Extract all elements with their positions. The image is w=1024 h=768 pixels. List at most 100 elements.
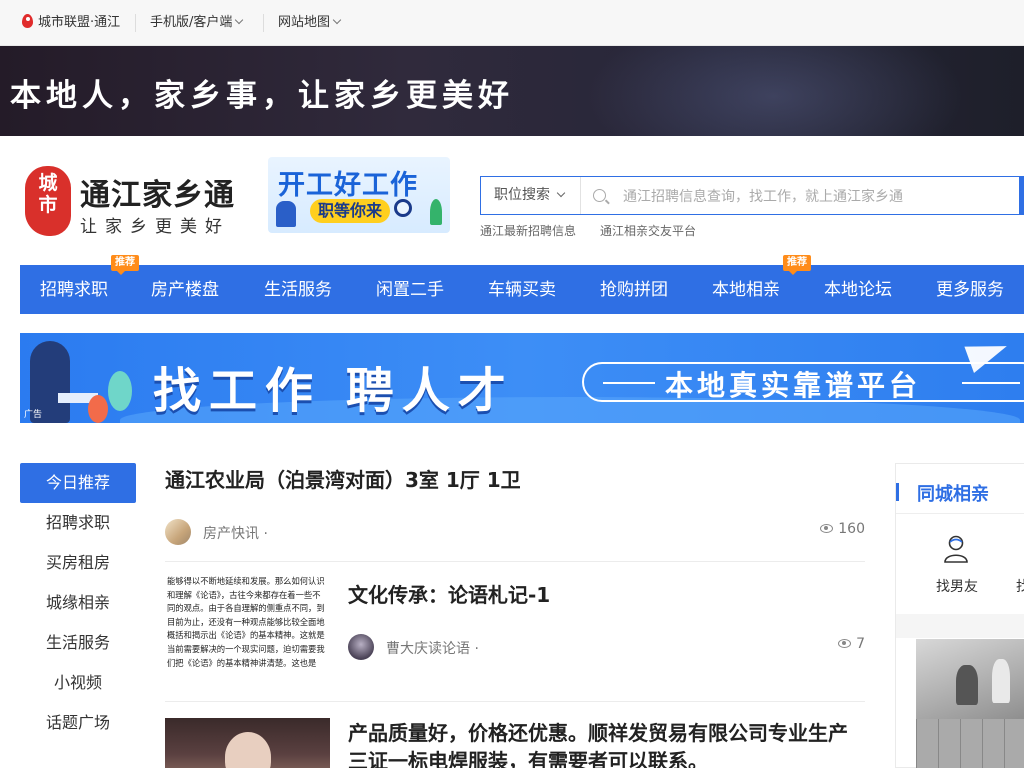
- recommend-badge: 推荐: [783, 255, 811, 275]
- view-count: 7: [838, 636, 865, 652]
- category-sidebar: 今日推荐 招聘求职 买房租房 城缘相亲 生活服务 小视频 话题广场: [20, 463, 136, 743]
- panel-header: 同城相亲: [896, 464, 1024, 514]
- sidebar-item-jobs[interactable]: 招聘求职: [20, 503, 136, 543]
- nav-label: 闲置二手: [376, 280, 444, 300]
- user-icon[interactable]: [943, 534, 969, 564]
- article-thumbnail[interactable]: [165, 718, 330, 768]
- nav-label: 生活服务: [264, 280, 332, 300]
- banner-slogan: 本地人，家乡事，让家乡更美好: [10, 78, 514, 114]
- view-count-value: 7: [856, 636, 865, 652]
- hot-link-dating[interactable]: 通江相亲交友平台: [600, 222, 696, 239]
- promo-headline: 开工好工作: [278, 170, 418, 201]
- avatar[interactable]: [165, 519, 191, 545]
- divider: [962, 382, 1020, 384]
- eye-icon: [820, 524, 834, 533]
- search-box: 职位搜索: [480, 176, 1024, 215]
- avatar[interactable]: [348, 634, 374, 660]
- leaf-icon: [108, 371, 132, 411]
- nav-item-forum[interactable]: 本地论坛: [824, 265, 892, 314]
- sidebar-item-topics[interactable]: 话题广场: [20, 703, 136, 743]
- profile-photo[interactable]: [916, 639, 1024, 768]
- article-thumbnail[interactable]: 能够得以不断地延续和发展。那么如何认识和理解《论语》，古往今来都存在着一些不同的…: [165, 575, 330, 689]
- panel-title[interactable]: 同城相亲: [917, 480, 989, 506]
- ad-tagline: 本地真实靠谱平台: [665, 369, 922, 402]
- search-category-label: 职位搜索: [494, 187, 550, 203]
- article-source[interactable]: 房产快讯 ·: [203, 523, 268, 543]
- article-title[interactable]: 产品质量好，价格还优惠。顺祥发贸易有限公司专业生产三证一标电焊服装，有需要者可以…: [348, 719, 865, 768]
- divider: [165, 701, 865, 702]
- city-label: 城市联盟·通江: [38, 15, 121, 30]
- nav-item-dating[interactable]: 本地相亲: [712, 265, 780, 314]
- find-girlfriend-link[interactable]: 找: [1016, 576, 1024, 596]
- find-boyfriend-link[interactable]: 找男友: [936, 576, 978, 596]
- divider: [135, 14, 136, 32]
- nav-label: 更多服务: [936, 280, 1004, 300]
- magnifier-icon: [394, 199, 412, 217]
- nav-label: 本地相亲: [712, 280, 780, 300]
- sidebar-item-life[interactable]: 生活服务: [20, 623, 136, 663]
- nav-label: 招聘求职: [40, 280, 108, 300]
- nav-item-vehicles[interactable]: 车辆买卖: [488, 265, 556, 314]
- site-title[interactable]: 通江家乡通: [80, 170, 235, 214]
- divider: [896, 614, 1024, 638]
- job-promo-banner[interactable]: 开工好工作 职等你来: [268, 157, 450, 233]
- nav-item-more[interactable]: 更多服务: [936, 265, 1004, 314]
- sitemap-link[interactable]: 网站地图: [278, 14, 342, 32]
- nav-label: 房产楼盘: [151, 280, 219, 300]
- nav-label: 车辆买卖: [488, 280, 556, 300]
- search-icon: [593, 189, 606, 202]
- floor-texture: [916, 719, 1024, 768]
- ad-label: 广告: [24, 410, 43, 420]
- article-title[interactable]: 通江农业局（泊景湾对面）3室 1厅 1卫: [165, 464, 521, 493]
- nav-label: 抢购拼团: [600, 280, 668, 300]
- header-banner: 本地人，家乡事，让家乡更美好: [0, 46, 1024, 136]
- ad-headline: 找工作 聘人才: [153, 363, 514, 419]
- leaf-icon: [88, 395, 108, 423]
- view-count: 160: [820, 521, 865, 537]
- person-figure: [992, 659, 1010, 703]
- recruitment-ad-banner[interactable]: 找工作 聘人才 本地真实靠谱平台 广告: [20, 333, 1024, 423]
- recommend-badge: 推荐: [111, 255, 139, 275]
- nav-label: 本地论坛: [824, 280, 892, 300]
- nav-item-group-buy[interactable]: 抢购拼团: [600, 265, 668, 314]
- main-nav: 招聘求职 推荐 房产楼盘 生活服务 闲置二手 车辆买卖 抢购拼团 本地相亲 推荐…: [20, 255, 1024, 314]
- nav-item-jobs[interactable]: 招聘求职: [40, 265, 108, 314]
- divider: [263, 14, 264, 32]
- nav-item-housing[interactable]: 房产楼盘: [151, 265, 219, 314]
- hot-link-jobs[interactable]: 通江最新招聘信息: [480, 222, 576, 239]
- nav-item-secondhand[interactable]: 闲置二手: [376, 265, 444, 314]
- sidebar-item-today[interactable]: 今日推荐: [20, 463, 136, 503]
- sidebar-item-housing[interactable]: 买房租房: [20, 543, 136, 583]
- sidebar-item-dating[interactable]: 城缘相亲: [20, 583, 136, 623]
- nav-item-life-services[interactable]: 生活服务: [264, 265, 332, 314]
- chevron-down-icon: [235, 15, 244, 25]
- view-count-value: 160: [838, 521, 865, 537]
- top-bar: 城市联盟·通江 手机版/客户端 网站地图: [0, 0, 1024, 46]
- sitemap-label: 网站地图: [278, 15, 331, 30]
- search-button[interactable]: [1019, 176, 1024, 215]
- chevron-down-icon: [332, 15, 342, 25]
- tree-icon: [430, 199, 442, 225]
- logo-char-bottom: 市: [38, 194, 58, 216]
- search-category-select[interactable]: 职位搜索: [481, 177, 581, 214]
- worker-illustration-icon: [276, 201, 296, 227]
- article-source[interactable]: 曹大庆读论语 ·: [386, 638, 479, 658]
- article-title[interactable]: 文化传承：论语札记-1: [348, 579, 550, 608]
- site-logo-icon[interactable]: 城 市: [25, 166, 71, 236]
- logo-char-top: 城: [38, 172, 58, 194]
- thumbnail-text: 能够得以不断地延续和发展。那么如何认识和理解《论语》，古往今来都存在着一些不同的…: [167, 576, 325, 668]
- mobile-label: 手机版/客户端: [150, 15, 233, 30]
- location-pin-icon: [22, 14, 33, 28]
- dating-panel: 同城相亲 找男友 找: [895, 463, 1024, 768]
- eye-icon: [838, 639, 852, 648]
- divider: [165, 561, 865, 562]
- banner-glow: [584, 46, 964, 136]
- search-input[interactable]: [623, 185, 1013, 207]
- city-switcher[interactable]: 城市联盟·通江: [22, 14, 120, 32]
- site-subtitle: 让家乡更美好: [80, 217, 230, 237]
- chevron-down-icon: [556, 188, 566, 198]
- portrait-image: [225, 732, 271, 768]
- mobile-link[interactable]: 手机版/客户端: [150, 14, 244, 32]
- sidebar-item-video[interactable]: 小视频: [20, 663, 136, 703]
- person-figure: [956, 665, 978, 705]
